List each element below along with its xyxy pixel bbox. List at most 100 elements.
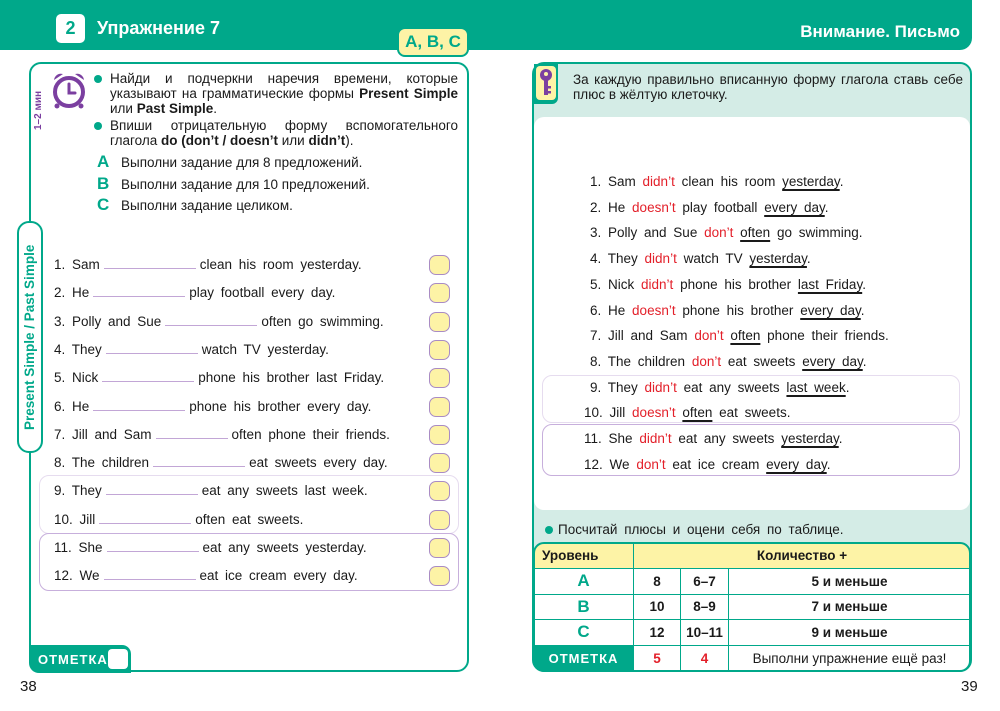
answer-row: 4. They didn’t watch TV yesterday.: [590, 251, 811, 267]
key-icon: [540, 69, 552, 95]
instruction-underline: Найди и подчеркни наречия времени, котор…: [94, 71, 458, 116]
sentence-subject: 3. Polly and Sue: [54, 313, 162, 329]
table-row: B 10 8–9 7 и меньше: [534, 594, 970, 620]
time-adverb: yesterday: [782, 174, 840, 189]
level-a-task: A Выполни задание для 8 предложений.: [97, 152, 363, 171]
score-checkbox[interactable]: [429, 283, 450, 304]
score-checkbox[interactable]: [429, 339, 450, 360]
alarm-clock-icon: [53, 73, 85, 109]
retry-text: Выполни упражнение ещё раз!: [752, 650, 947, 666]
sentence-row: 2. He play football every day.: [54, 285, 335, 300]
answer-blank[interactable]: [99, 514, 192, 524]
answer-blank[interactable]: [93, 401, 186, 411]
answer-rest: play football: [682, 199, 758, 215]
levels-badge: A, B, C: [397, 27, 469, 57]
answer-negation: don’t: [694, 328, 724, 344]
answer-row: 8. The children don’t eat sweets every d…: [590, 353, 867, 369]
sentence-subject: 4. They: [54, 341, 102, 357]
bullet-icon: [545, 526, 553, 534]
answer-rest: clean his room: [681, 174, 776, 189]
score-checkbox[interactable]: [429, 368, 450, 389]
answers-instruction: За каждую правильно вписанную форму глаг…: [573, 72, 963, 102]
sentence-rest: clean his room yesterday.: [199, 257, 362, 272]
score-checkbox[interactable]: [429, 311, 450, 332]
score-checkbox[interactable]: [429, 481, 450, 502]
answer-blank[interactable]: [93, 287, 186, 298]
mark-row: ОТМЕТКА 5 4 Выполни упражнение ещё раз!: [534, 645, 970, 671]
answer-blank[interactable]: [106, 542, 199, 552]
answer-number: 6.: [590, 302, 609, 318]
answer-subject: Sam: [608, 174, 636, 189]
sentence-rest: eat ice cream every day.: [199, 568, 358, 584]
answer-row: 2. He doesn’t play football every day.: [590, 199, 829, 215]
answer-number: 7.: [590, 328, 609, 344]
score-checkbox[interactable]: [429, 424, 450, 445]
answer-rest: watch TV: [683, 251, 743, 267]
time-label: 1–2 мин: [33, 90, 44, 130]
time-adverb: every day: [802, 353, 863, 369]
score-checkbox[interactable]: [429, 396, 450, 417]
answer-negation: didn’t: [642, 174, 675, 189]
sentence-row: 5. Nick phone his brother last Friday.: [54, 370, 384, 385]
instruction-fragment: или: [277, 133, 309, 148]
topic-tab-label: Present Simple / Past Simple: [22, 244, 37, 430]
answer-subject: He: [608, 302, 626, 318]
sentence-rest: phone his brother last Friday.: [198, 370, 385, 386]
answer-negation: don’t: [636, 456, 666, 472]
header-level: Уровень: [534, 543, 634, 569]
answer-blank[interactable]: [103, 259, 196, 269]
score-checkbox[interactable]: [429, 509, 450, 530]
header-count: Количество +: [634, 543, 970, 569]
answer-rest: go swimming: [776, 225, 859, 241]
answer-row: 11. She didn’t eat any sweets yesterday.: [584, 431, 843, 446]
answer-negation: doesn’t: [632, 199, 676, 215]
level-c-task: C Выполни задание целиком.: [97, 195, 293, 214]
instruction-keyword: Present Simple: [359, 86, 458, 101]
mark-input-box[interactable]: [108, 649, 128, 669]
answer-subject: They: [607, 379, 638, 395]
answer-number: 4.: [590, 251, 608, 267]
answer-rest: eat sweets: [727, 353, 796, 369]
score-checkbox[interactable]: [429, 255, 450, 275]
sentence-subject: 6. He: [54, 398, 90, 414]
answer-blank[interactable]: [105, 485, 198, 496]
grade4-cell: 6–7: [681, 569, 729, 595]
answer-blank[interactable]: [105, 344, 198, 354]
answer-negation: don’t: [704, 225, 734, 241]
score-checkbox[interactable]: [429, 453, 450, 474]
answer-row: 7. Jill and Sam don’t often phone their …: [590, 328, 889, 344]
sentence-row: 3. Polly and Sue often go swimming.: [54, 314, 384, 329]
answer-blank[interactable]: [102, 372, 195, 383]
answer-negation: doesn’t: [632, 405, 676, 421]
answer-blank[interactable]: [153, 457, 246, 468]
answer-blank[interactable]: [103, 570, 196, 581]
answer-negation: didn’t: [644, 251, 677, 267]
answer-number: 12.: [584, 456, 610, 472]
sentence-rest: eat any sweets yesterday.: [202, 540, 367, 555]
sentence-row: 11. She eat any sweets yesterday.: [54, 540, 367, 555]
grade4-cell: 10–11: [681, 620, 729, 646]
sentence-subject: 12. We: [54, 568, 100, 584]
grade5-cell: 10: [634, 594, 681, 620]
time-adverb: last Friday: [797, 276, 863, 292]
time-adverb: yesterday: [781, 431, 839, 446]
exercise-title: Упражнение 7: [97, 18, 220, 38]
instruction-fragment: или: [110, 101, 137, 116]
answer-rest: eat ice cream: [672, 456, 760, 472]
answer-subject: Jill: [609, 405, 626, 421]
score-checkbox[interactable]: [429, 566, 450, 587]
sentence-row: 4. They watch TV yesterday.: [54, 342, 329, 357]
answer-number: 3.: [590, 225, 609, 241]
answer-rest: phone their friends: [767, 328, 885, 344]
time-adverb: often: [730, 328, 761, 344]
instruction-keyword: Past Simple: [136, 101, 214, 116]
answer-blank[interactable]: [155, 429, 228, 439]
answer-row: 10. Jill doesn’t often eat sweets.: [584, 405, 791, 421]
sentence-row: 10. Jill often eat sweets.: [54, 512, 303, 527]
score-checkbox[interactable]: [429, 538, 450, 558]
retry-cell: 7 и меньше: [729, 595, 970, 620]
answer-blank[interactable]: [165, 316, 258, 326]
table-row: A 8 6–7 5 и меньше: [534, 569, 970, 595]
sentence-row: 12. We eat ice cream every day.: [54, 568, 358, 583]
instruction-text: Найди и подчеркни наречия времени, котор…: [96, 71, 458, 116]
